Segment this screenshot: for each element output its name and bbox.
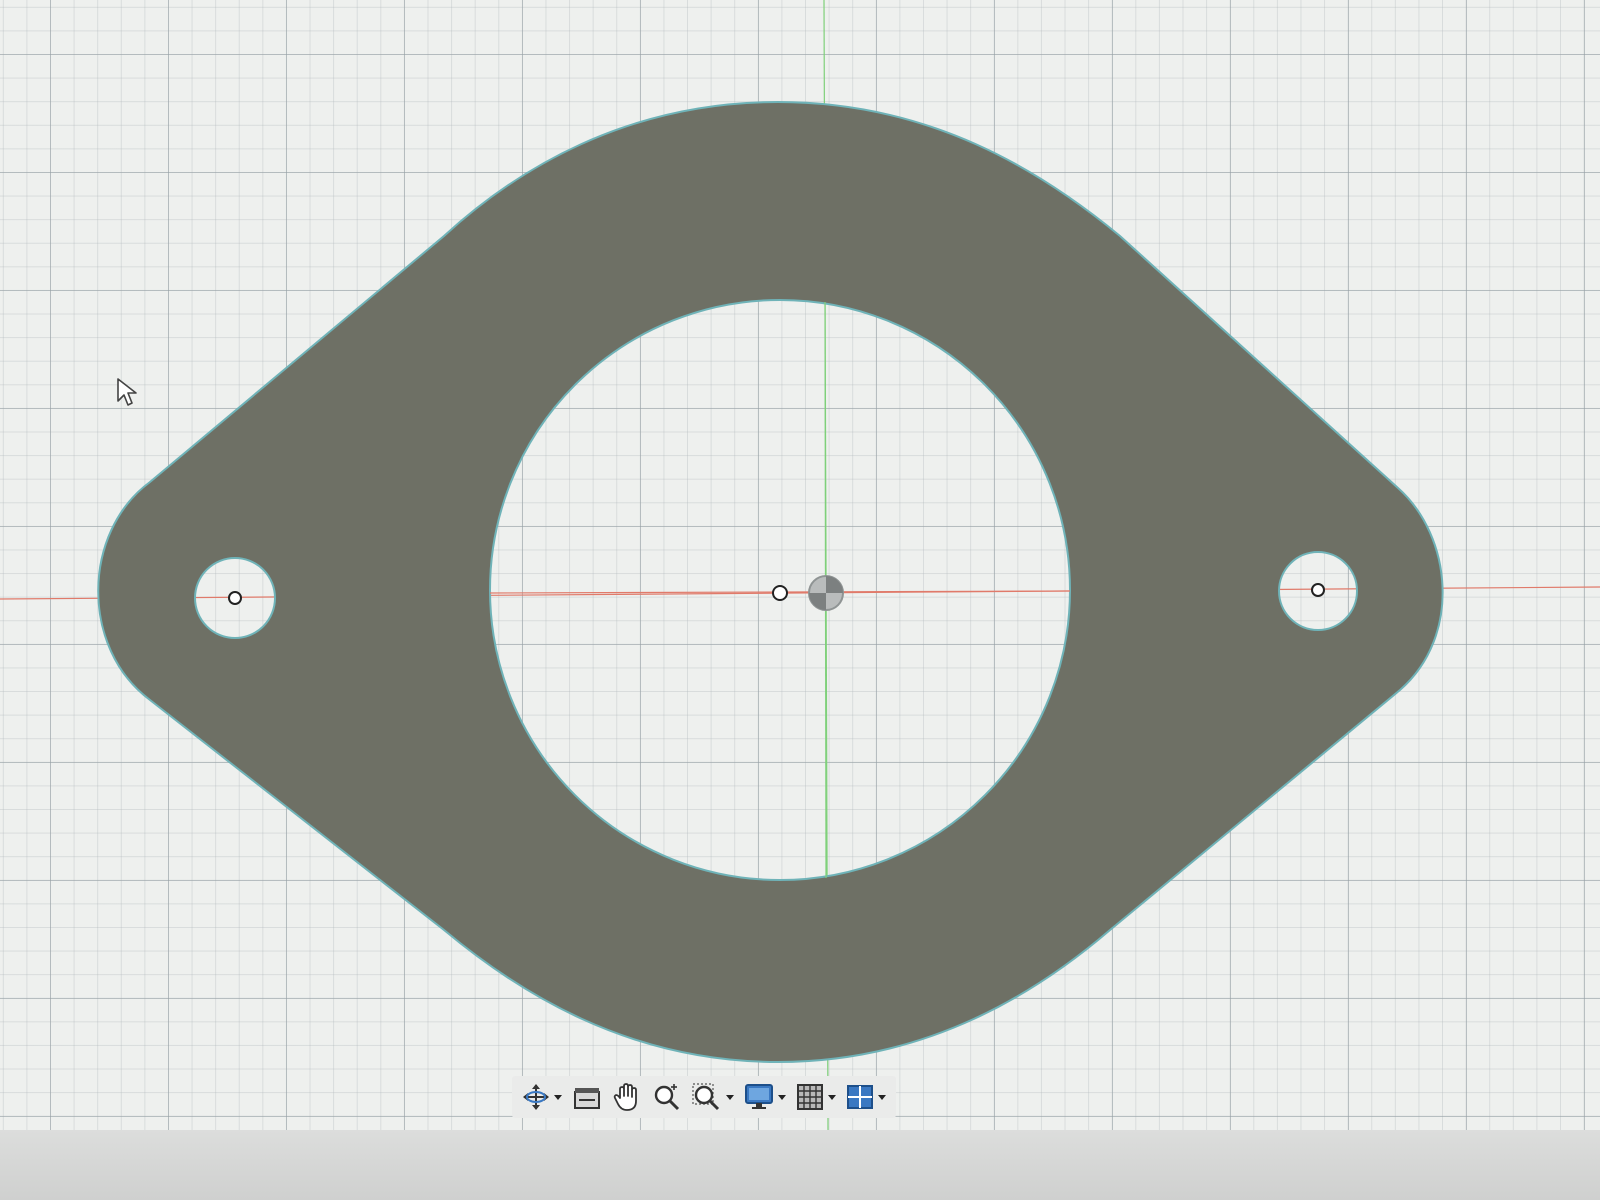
sketch-scene[interactable] [0,0,1600,1130]
left-bolt-center-point[interactable] [228,591,242,605]
display-settings-tool[interactable] [740,1078,790,1116]
center-hole-point[interactable] [772,585,788,601]
chevron-down-icon[interactable] [725,1092,735,1102]
origin-icon[interactable] [808,575,844,611]
display-settings-icon [745,1084,773,1109]
chevron-down-icon[interactable] [777,1092,787,1102]
screen-bottom-edge [0,1130,1600,1200]
orbit-tool[interactable] [518,1078,566,1116]
right-bolt-center-point[interactable] [1311,583,1325,597]
sketch-viewport[interactable] [0,0,1600,1130]
viewports-icon [847,1085,873,1109]
chevron-down-icon[interactable] [553,1092,563,1102]
chevron-down-icon[interactable] [877,1092,887,1102]
mouse-pointer-icon [117,378,137,406]
grid-snaps-tool[interactable] [792,1078,840,1116]
zoom-tool[interactable] [648,1078,686,1116]
zoom-window-icon [692,1083,720,1111]
grid-icon [797,1084,823,1110]
pan-hand-icon [613,1083,637,1111]
chevron-down-icon[interactable] [827,1092,837,1102]
look-at-icon [574,1088,600,1109]
viewports-tool[interactable] [842,1078,890,1116]
pan-tool[interactable] [608,1078,646,1116]
zoom-window-tool[interactable] [688,1078,738,1116]
orbit-icon [523,1084,549,1110]
zoom-icon [654,1084,680,1111]
look-at-tool[interactable] [568,1078,606,1116]
navigation-toolbar [512,1076,896,1118]
